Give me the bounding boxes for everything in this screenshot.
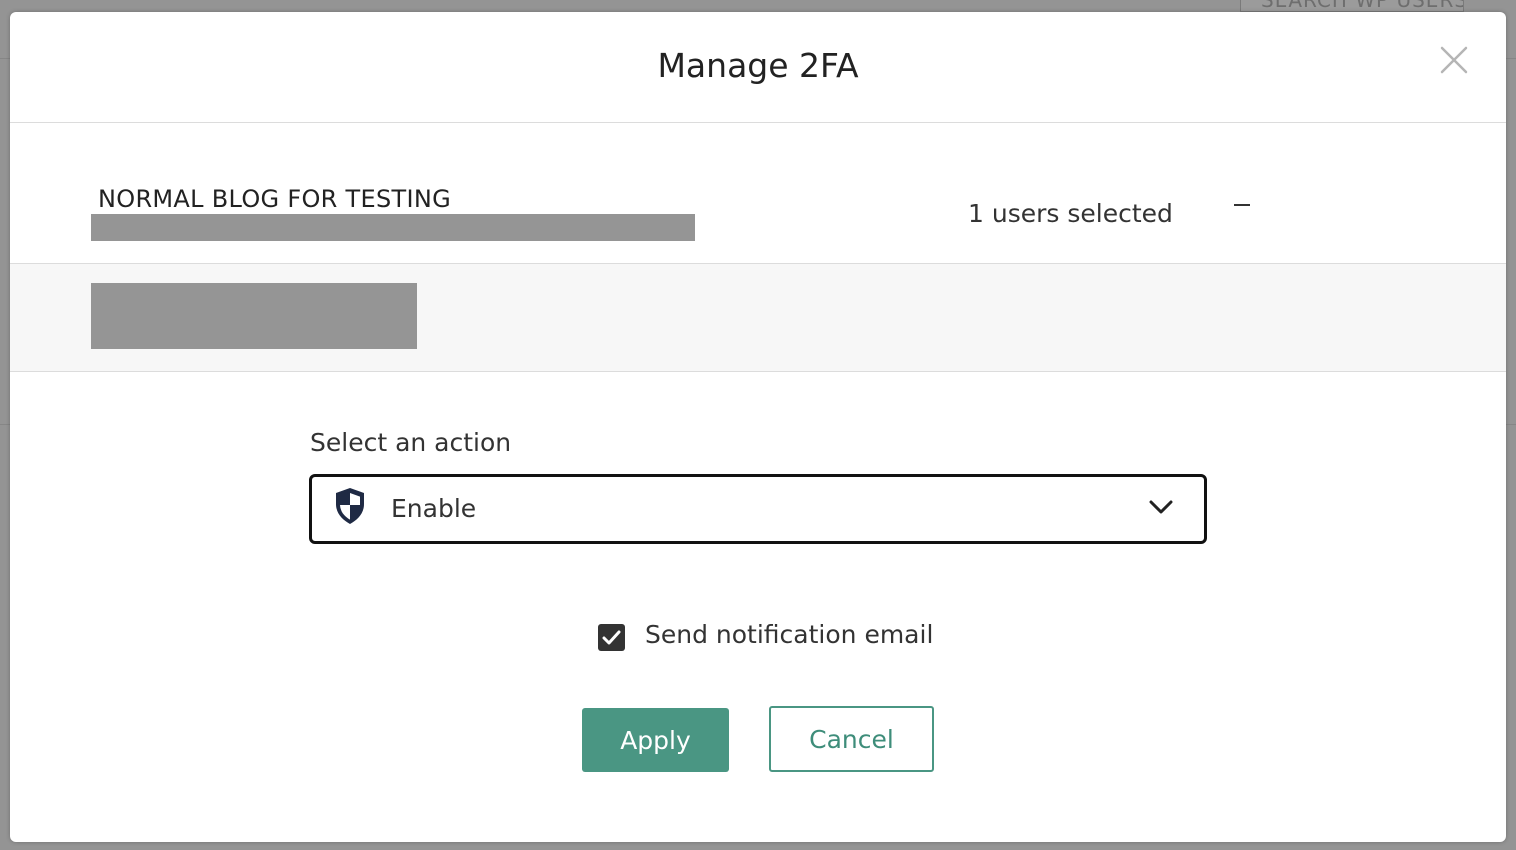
manage-2fa-modal: Manage 2FA NORMAL BLOG FOR TESTING 1 use… — [10, 12, 1506, 842]
send-notification-label: Send notification email — [645, 620, 934, 649]
send-notification-checkbox[interactable] — [598, 624, 625, 651]
chevron-down-icon — [1149, 500, 1173, 514]
close-button[interactable] — [1440, 46, 1468, 74]
redacted-user-info — [91, 283, 417, 349]
shield-icon — [336, 488, 364, 524]
user-row — [10, 264, 1506, 372]
redacted-site-url — [91, 214, 695, 241]
site-row: NORMAL BLOG FOR TESTING 1 users selected — [10, 123, 1506, 264]
modal-title: Manage 2FA — [657, 46, 859, 85]
cancel-button[interactable]: Cancel — [769, 706, 934, 772]
apply-button[interactable]: Apply — [582, 708, 729, 772]
close-icon — [1440, 46, 1468, 74]
modal-header: Manage 2FA — [10, 12, 1506, 123]
action-label: Select an action — [310, 428, 512, 457]
action-select[interactable]: Enable — [309, 474, 1207, 544]
selected-action-value: Enable — [391, 494, 477, 523]
checkmark-icon — [602, 630, 621, 645]
search-wp-users-button: SEARCH WP USERS — [1240, 0, 1464, 12]
minus-icon — [1234, 204, 1250, 206]
site-name: NORMAL BLOG FOR TESTING — [98, 185, 451, 213]
users-selected-count: 1 users selected — [968, 199, 1173, 228]
collapse-button[interactable] — [1230, 193, 1254, 217]
